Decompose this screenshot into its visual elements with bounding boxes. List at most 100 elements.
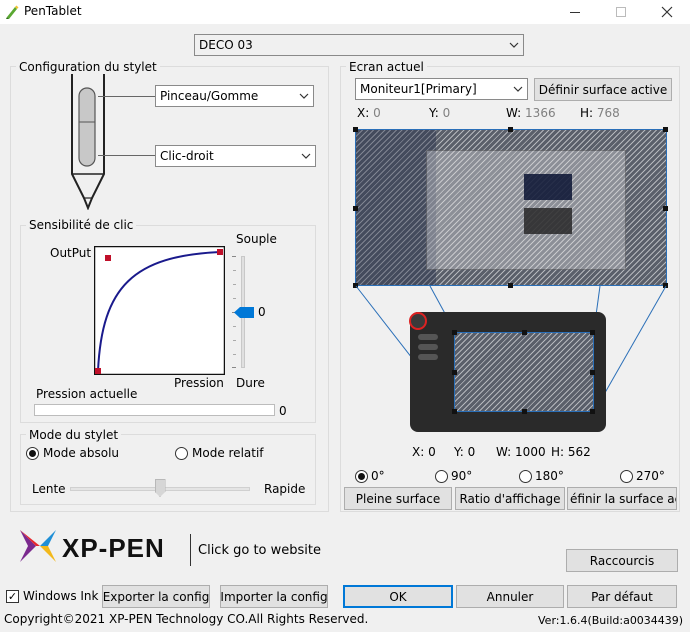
mode-absolute-radio[interactable] xyxy=(26,446,39,460)
tablet-h: H: 562 xyxy=(551,445,591,459)
rotation-270-option[interactable]: 270° xyxy=(620,469,665,483)
display-ratio-button[interactable]: Ratio d'affichage xyxy=(455,487,565,510)
monitor-value: Moniteur1[Primary] xyxy=(360,82,477,96)
cancel-button[interactable]: Annuler xyxy=(456,585,564,608)
screen-h: H: 768 xyxy=(580,106,620,120)
rotation-0-option[interactable]: 0° xyxy=(355,469,385,483)
screen-y: Y: 0 xyxy=(429,106,451,120)
tablet-handle-mr[interactable] xyxy=(590,370,595,375)
screen-preview[interactable] xyxy=(355,129,667,286)
screen-preview-thumb-a xyxy=(524,174,572,200)
mode-absolute-label: Mode absolu xyxy=(43,446,120,460)
chevron-down-icon xyxy=(509,79,527,99)
stylus-pen-icon xyxy=(71,74,105,210)
rotation-180-option[interactable]: 180° xyxy=(519,469,564,483)
speed-slow-label: Lente xyxy=(32,482,66,496)
screen-w: W: 1366 xyxy=(506,106,556,120)
rotation-0-radio[interactable] xyxy=(355,469,368,483)
close-button[interactable] xyxy=(644,0,690,24)
current-pressure-label: Pression actuelle xyxy=(36,387,138,401)
rotation-90-radio[interactable] xyxy=(435,469,448,483)
soft-label: Souple xyxy=(236,232,277,246)
screen-handle-ml[interactable] xyxy=(353,206,358,211)
mode-label: Mode du stylet xyxy=(26,428,122,442)
current-pressure-value: 0 xyxy=(279,404,287,418)
title-bar: PenTablet xyxy=(0,0,690,24)
chevron-down-icon xyxy=(297,146,315,166)
window-title: PenTablet xyxy=(24,4,82,18)
rotation-90-option[interactable]: 90° xyxy=(435,469,472,483)
ok-button[interactable]: OK xyxy=(343,585,453,608)
define-surface-button[interactable]: éfinir la surface activ xyxy=(567,487,677,510)
mode-relative-option[interactable]: Mode relatif xyxy=(175,446,264,460)
sensitivity-label: Sensibilité de clic xyxy=(26,218,137,232)
rotation-270-radio[interactable] xyxy=(620,469,633,483)
brand-divider xyxy=(190,534,191,566)
screen-handle-tr[interactable] xyxy=(663,127,668,132)
screen-preview-desktop-icons xyxy=(356,130,436,285)
tablet-y: Y: 0 xyxy=(454,445,476,459)
screen-label: Ecran actuel xyxy=(346,60,427,74)
output-label: OutPut xyxy=(50,246,92,260)
curve-start-point[interactable] xyxy=(95,368,101,374)
current-pressure-bar xyxy=(34,404,275,416)
upper-button-leader xyxy=(98,96,156,97)
export-config-button[interactable]: Exporter la config xyxy=(102,585,210,608)
curve-end-point[interactable] xyxy=(217,249,223,255)
default-button[interactable]: Par défaut xyxy=(567,585,677,608)
tablet-handle-bm[interactable] xyxy=(522,409,527,414)
xp-pen-logo-icon[interactable] xyxy=(18,528,58,564)
pressure-axis-label: Pression xyxy=(174,376,224,390)
upper-button-select[interactable]: Pinceau/Gomme xyxy=(155,85,314,107)
shortcuts-button[interactable]: Raccourcis xyxy=(566,549,678,572)
full-surface-button[interactable]: Pleine surface xyxy=(344,487,452,510)
define-active-area-button[interactable]: Définir surface active xyxy=(534,78,672,101)
sensitivity-slider-thumb[interactable] xyxy=(234,306,254,318)
website-link[interactable]: Click go to website xyxy=(198,543,321,558)
tablet-dial xyxy=(409,312,427,330)
brand-name: XP-PEN xyxy=(62,533,165,563)
maximize-icon xyxy=(616,7,626,17)
device-select[interactable]: DECO 03 xyxy=(194,34,524,56)
copyright-text: Copyright©2021 XP-PEN Technology CO.All … xyxy=(4,612,369,626)
tablet-key-2 xyxy=(418,344,438,350)
tablet-handle-br[interactable] xyxy=(590,409,595,414)
pressure-curve-graph[interactable] xyxy=(94,246,225,375)
lower-button-select[interactable]: Clic-droit xyxy=(155,145,316,167)
screen-handle-tl[interactable] xyxy=(353,127,358,132)
lower-button-value: Clic-droit xyxy=(160,149,214,163)
mode-relative-radio[interactable] xyxy=(175,446,188,460)
curve-control-point[interactable] xyxy=(105,255,111,261)
windows-ink-checkbox[interactable]: ✓ xyxy=(6,589,19,603)
screen-preview-thumb-b xyxy=(524,208,572,234)
mode-absolute-option[interactable]: Mode absolu xyxy=(26,446,119,460)
minimize-icon xyxy=(570,11,580,13)
windows-ink-option[interactable]: ✓ Windows Ink xyxy=(6,589,98,603)
minimize-button[interactable] xyxy=(552,0,598,24)
screen-x: X: 0 xyxy=(357,106,381,120)
tablet-handle-tl[interactable] xyxy=(452,330,457,335)
tablet-handle-bl[interactable] xyxy=(452,409,457,414)
monitor-select[interactable]: Moniteur1[Primary] xyxy=(355,78,528,100)
mode-relative-label: Mode relatif xyxy=(192,446,264,460)
sensitivity-slider-value: 0 xyxy=(258,305,266,319)
hard-label: Dure xyxy=(236,376,265,390)
pen-tablet-icon xyxy=(6,5,19,19)
rotation-180-radio[interactable] xyxy=(519,469,532,483)
lower-button-leader xyxy=(98,155,156,156)
import-config-button[interactable]: Importer la config xyxy=(220,585,328,608)
tablet-handle-ml[interactable] xyxy=(452,370,457,375)
close-icon xyxy=(661,6,673,18)
tablet-active-area[interactable] xyxy=(454,332,594,412)
tablet-key-1 xyxy=(418,334,438,340)
upper-button-value: Pinceau/Gomme xyxy=(160,89,259,103)
maximize-button[interactable] xyxy=(598,0,644,24)
version-text: Ver:1.6.4(Build:a0034439) xyxy=(538,614,684,627)
screen-handle-tm[interactable] xyxy=(508,127,513,132)
screen-handle-mr[interactable] xyxy=(663,206,668,211)
tablet-x: X: 0 xyxy=(412,445,436,459)
tablet-handle-tr[interactable] xyxy=(590,330,595,335)
tablet-handle-tm[interactable] xyxy=(522,330,527,335)
tablet-w: W: 1000 xyxy=(496,445,546,459)
chevron-down-icon xyxy=(295,86,313,106)
